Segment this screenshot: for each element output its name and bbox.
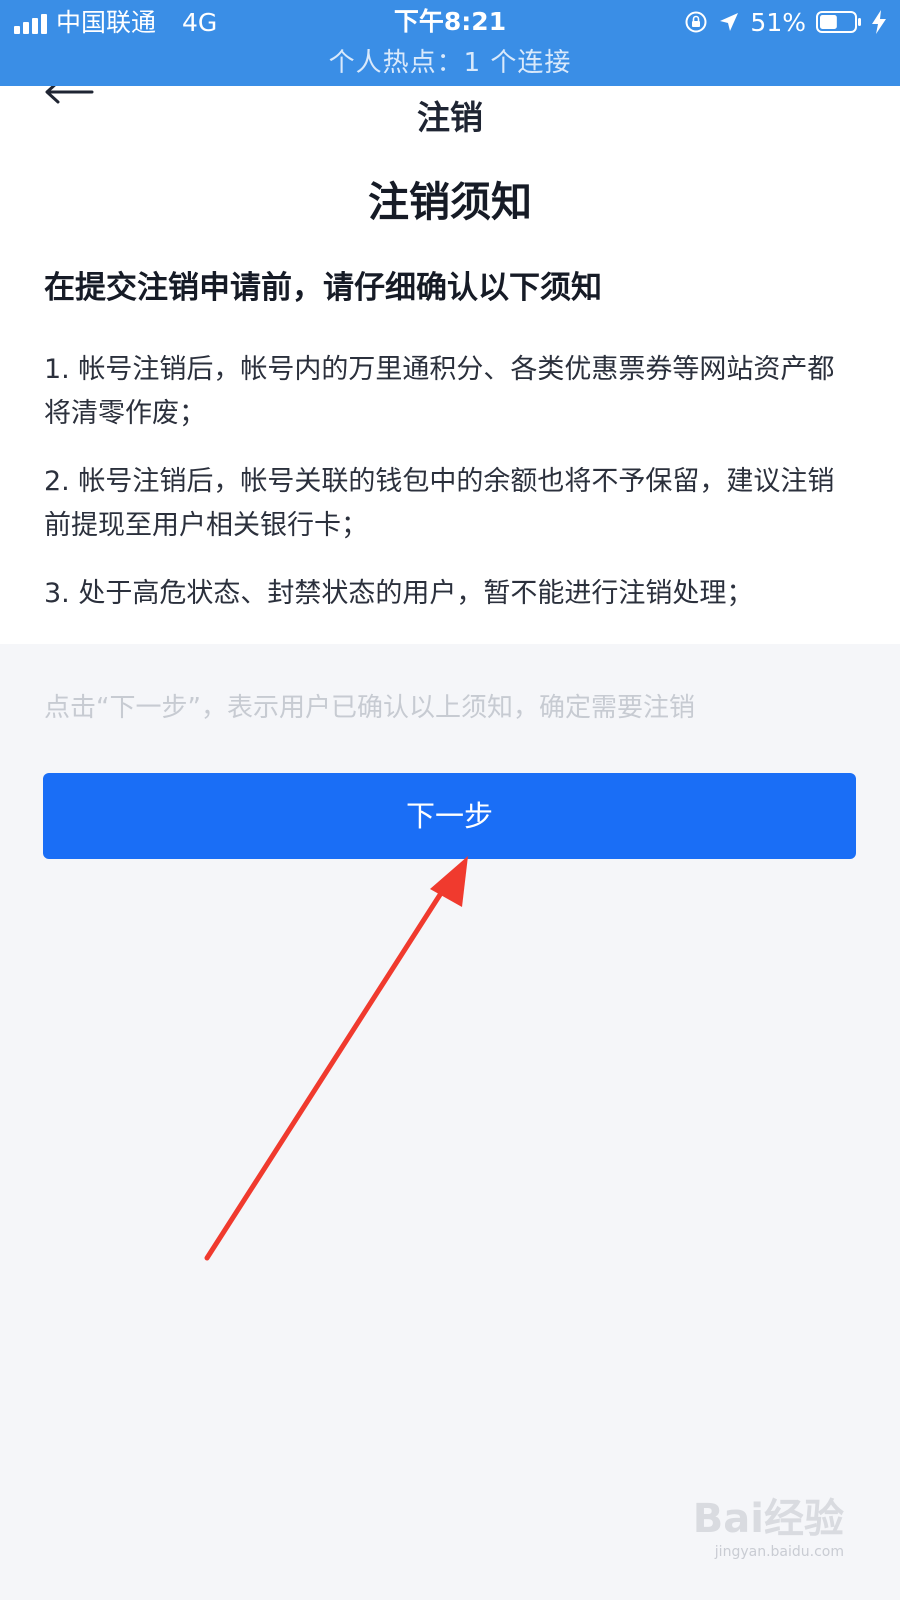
notice-item: 3. 处于高危状态、封禁状态的用户，暂不能进行注销处理； xyxy=(44,578,754,609)
notice-panel: 注销 注销须知 在提交注销申请前，请仔细确认以下须知 1. 帐号注销后，帐号内的… xyxy=(0,86,900,644)
status-indicators: 51% xyxy=(684,7,886,37)
charging-icon xyxy=(872,10,886,34)
battery-percent: 51% xyxy=(750,7,806,37)
battery-icon xyxy=(816,11,861,33)
notice-item: 1. 帐号注销后，帐号内的万里通积分、各类优惠票券等网站资产都将清零作废； xyxy=(44,354,835,429)
location-icon xyxy=(720,13,739,31)
page-title: 注销 xyxy=(417,98,483,137)
notice-subheading: 在提交注销申请前，请仔细确认以下须知 xyxy=(44,270,602,306)
notice-heading: 注销须知 xyxy=(368,178,532,226)
watermark: Bai经验 jingyan.baidu.com xyxy=(664,1496,844,1562)
watermark-logo: Bai经验 xyxy=(692,1496,844,1542)
confirm-notice-text: 点击“下一步”，表示用户已确认以上须知，确定需要注销 xyxy=(44,693,695,723)
status-bar: 中国联通 4G 下午8:21 51% 个人热点：1 个连接 xyxy=(0,0,900,86)
notice-item: 2. 帐号注销后，帐号关联的钱包中的余额也将不予保留，建议注销前提现至用户相关银… xyxy=(44,466,835,541)
orientation-lock-icon xyxy=(685,11,707,33)
next-step-button[interactable]: 下一步 xyxy=(43,773,856,859)
hotspot-banner[interactable]: 个人热点：1 个连接 xyxy=(0,46,900,80)
watermark-url: jingyan.baidu.com xyxy=(714,1544,844,1560)
